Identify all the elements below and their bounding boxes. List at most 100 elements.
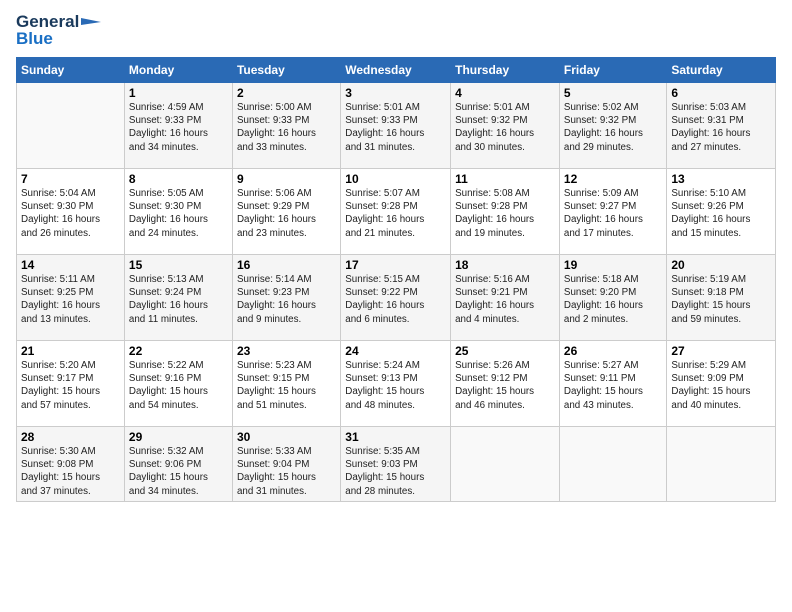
calendar-cell: 15Sunrise: 5:13 AMSunset: 9:24 PMDayligh… <box>124 255 232 341</box>
calendar-cell: 4Sunrise: 5:01 AMSunset: 9:32 PMDaylight… <box>451 83 560 169</box>
weekday-header-monday: Monday <box>124 58 232 83</box>
day-info: Sunrise: 5:27 AMSunset: 9:11 PMDaylight:… <box>564 359 662 412</box>
calendar-cell: 16Sunrise: 5:14 AMSunset: 9:23 PMDayligh… <box>232 255 340 341</box>
day-number: 9 <box>237 172 336 186</box>
day-number: 18 <box>455 258 555 272</box>
day-number: 10 <box>345 172 446 186</box>
calendar-cell: 28Sunrise: 5:30 AMSunset: 9:08 PMDayligh… <box>17 427 125 502</box>
day-number: 15 <box>129 258 228 272</box>
weekday-header-tuesday: Tuesday <box>232 58 340 83</box>
day-info: Sunrise: 5:09 AMSunset: 9:27 PMDaylight:… <box>564 187 662 240</box>
day-info: Sunrise: 5:00 AMSunset: 9:33 PMDaylight:… <box>237 101 336 154</box>
day-number: 24 <box>345 344 446 358</box>
day-number: 1 <box>129 86 228 100</box>
calendar-cell: 9Sunrise: 5:06 AMSunset: 9:29 PMDaylight… <box>232 169 340 255</box>
day-number: 21 <box>21 344 120 358</box>
calendar-cell <box>17 83 125 169</box>
calendar-cell: 19Sunrise: 5:18 AMSunset: 9:20 PMDayligh… <box>559 255 666 341</box>
day-number: 19 <box>564 258 662 272</box>
day-number: 4 <box>455 86 555 100</box>
calendar-cell: 13Sunrise: 5:10 AMSunset: 9:26 PMDayligh… <box>667 169 776 255</box>
calendar-cell: 23Sunrise: 5:23 AMSunset: 9:15 PMDayligh… <box>232 341 340 427</box>
day-info: Sunrise: 5:18 AMSunset: 9:20 PMDaylight:… <box>564 273 662 326</box>
day-info: Sunrise: 5:10 AMSunset: 9:26 PMDaylight:… <box>671 187 771 240</box>
day-number: 26 <box>564 344 662 358</box>
header: General Blue <box>16 12 776 49</box>
calendar-cell: 11Sunrise: 5:08 AMSunset: 9:28 PMDayligh… <box>451 169 560 255</box>
day-number: 17 <box>345 258 446 272</box>
day-number: 23 <box>237 344 336 358</box>
calendar-cell: 31Sunrise: 5:35 AMSunset: 9:03 PMDayligh… <box>341 427 451 502</box>
calendar-cell: 25Sunrise: 5:26 AMSunset: 9:12 PMDayligh… <box>451 341 560 427</box>
day-info: Sunrise: 5:32 AMSunset: 9:06 PMDaylight:… <box>129 445 228 498</box>
day-info: Sunrise: 5:26 AMSunset: 9:12 PMDaylight:… <box>455 359 555 412</box>
day-info: Sunrise: 5:04 AMSunset: 9:30 PMDaylight:… <box>21 187 120 240</box>
day-info: Sunrise: 5:29 AMSunset: 9:09 PMDaylight:… <box>671 359 771 412</box>
day-number: 20 <box>671 258 771 272</box>
day-number: 31 <box>345 430 446 444</box>
calendar-cell: 10Sunrise: 5:07 AMSunset: 9:28 PMDayligh… <box>341 169 451 255</box>
calendar-page: General Blue SundayMondayTuesdayWednesda… <box>0 0 792 612</box>
day-info: Sunrise: 5:13 AMSunset: 9:24 PMDaylight:… <box>129 273 228 326</box>
day-info: Sunrise: 5:20 AMSunset: 9:17 PMDaylight:… <box>21 359 120 412</box>
day-info: Sunrise: 5:03 AMSunset: 9:31 PMDaylight:… <box>671 101 771 154</box>
day-info: Sunrise: 5:15 AMSunset: 9:22 PMDaylight:… <box>345 273 446 326</box>
day-number: 8 <box>129 172 228 186</box>
calendar-week-row: 28Sunrise: 5:30 AMSunset: 9:08 PMDayligh… <box>17 427 776 502</box>
calendar-cell: 17Sunrise: 5:15 AMSunset: 9:22 PMDayligh… <box>341 255 451 341</box>
calendar-cell: 2Sunrise: 5:00 AMSunset: 9:33 PMDaylight… <box>232 83 340 169</box>
calendar-cell: 18Sunrise: 5:16 AMSunset: 9:21 PMDayligh… <box>451 255 560 341</box>
weekday-header-saturday: Saturday <box>667 58 776 83</box>
day-info: Sunrise: 5:30 AMSunset: 9:08 PMDaylight:… <box>21 445 120 498</box>
calendar-cell <box>559 427 666 502</box>
day-info: Sunrise: 5:24 AMSunset: 9:13 PMDaylight:… <box>345 359 446 412</box>
weekday-header-thursday: Thursday <box>451 58 560 83</box>
calendar-cell: 8Sunrise: 5:05 AMSunset: 9:30 PMDaylight… <box>124 169 232 255</box>
day-info: Sunrise: 5:02 AMSunset: 9:32 PMDaylight:… <box>564 101 662 154</box>
day-info: Sunrise: 5:08 AMSunset: 9:28 PMDaylight:… <box>455 187 555 240</box>
day-number: 5 <box>564 86 662 100</box>
day-info: Sunrise: 5:14 AMSunset: 9:23 PMDaylight:… <box>237 273 336 326</box>
day-number: 3 <box>345 86 446 100</box>
day-info: Sunrise: 5:22 AMSunset: 9:16 PMDaylight:… <box>129 359 228 412</box>
day-number: 13 <box>671 172 771 186</box>
logo-blue-text: Blue <box>16 29 101 49</box>
calendar-cell: 24Sunrise: 5:24 AMSunset: 9:13 PMDayligh… <box>341 341 451 427</box>
day-number: 14 <box>21 258 120 272</box>
weekday-header-sunday: Sunday <box>17 58 125 83</box>
day-info: Sunrise: 5:11 AMSunset: 9:25 PMDaylight:… <box>21 273 120 326</box>
day-number: 27 <box>671 344 771 358</box>
day-number: 6 <box>671 86 771 100</box>
logo-container: General Blue <box>16 12 101 49</box>
calendar-cell: 27Sunrise: 5:29 AMSunset: 9:09 PMDayligh… <box>667 341 776 427</box>
weekday-header-row: SundayMondayTuesdayWednesdayThursdayFrid… <box>17 58 776 83</box>
day-info: Sunrise: 5:07 AMSunset: 9:28 PMDaylight:… <box>345 187 446 240</box>
day-info: Sunrise: 4:59 AMSunset: 9:33 PMDaylight:… <box>129 101 228 154</box>
calendar-week-row: 21Sunrise: 5:20 AMSunset: 9:17 PMDayligh… <box>17 341 776 427</box>
day-info: Sunrise: 5:23 AMSunset: 9:15 PMDaylight:… <box>237 359 336 412</box>
calendar-week-row: 1Sunrise: 4:59 AMSunset: 9:33 PMDaylight… <box>17 83 776 169</box>
calendar-cell: 20Sunrise: 5:19 AMSunset: 9:18 PMDayligh… <box>667 255 776 341</box>
calendar-week-row: 7Sunrise: 5:04 AMSunset: 9:30 PMDaylight… <box>17 169 776 255</box>
calendar-table: SundayMondayTuesdayWednesdayThursdayFrid… <box>16 57 776 502</box>
calendar-cell: 5Sunrise: 5:02 AMSunset: 9:32 PMDaylight… <box>559 83 666 169</box>
logo: General Blue <box>16 12 101 49</box>
calendar-cell: 1Sunrise: 4:59 AMSunset: 9:33 PMDaylight… <box>124 83 232 169</box>
calendar-cell: 30Sunrise: 5:33 AMSunset: 9:04 PMDayligh… <box>232 427 340 502</box>
day-info: Sunrise: 5:35 AMSunset: 9:03 PMDaylight:… <box>345 445 446 498</box>
calendar-cell: 22Sunrise: 5:22 AMSunset: 9:16 PMDayligh… <box>124 341 232 427</box>
calendar-cell: 14Sunrise: 5:11 AMSunset: 9:25 PMDayligh… <box>17 255 125 341</box>
day-number: 25 <box>455 344 555 358</box>
day-number: 2 <box>237 86 336 100</box>
day-info: Sunrise: 5:16 AMSunset: 9:21 PMDaylight:… <box>455 273 555 326</box>
calendar-cell: 3Sunrise: 5:01 AMSunset: 9:33 PMDaylight… <box>341 83 451 169</box>
day-number: 7 <box>21 172 120 186</box>
day-info: Sunrise: 5:05 AMSunset: 9:30 PMDaylight:… <box>129 187 228 240</box>
calendar-cell <box>451 427 560 502</box>
calendar-cell: 21Sunrise: 5:20 AMSunset: 9:17 PMDayligh… <box>17 341 125 427</box>
day-number: 30 <box>237 430 336 444</box>
calendar-cell: 26Sunrise: 5:27 AMSunset: 9:11 PMDayligh… <box>559 341 666 427</box>
day-number: 22 <box>129 344 228 358</box>
day-number: 12 <box>564 172 662 186</box>
weekday-header-friday: Friday <box>559 58 666 83</box>
